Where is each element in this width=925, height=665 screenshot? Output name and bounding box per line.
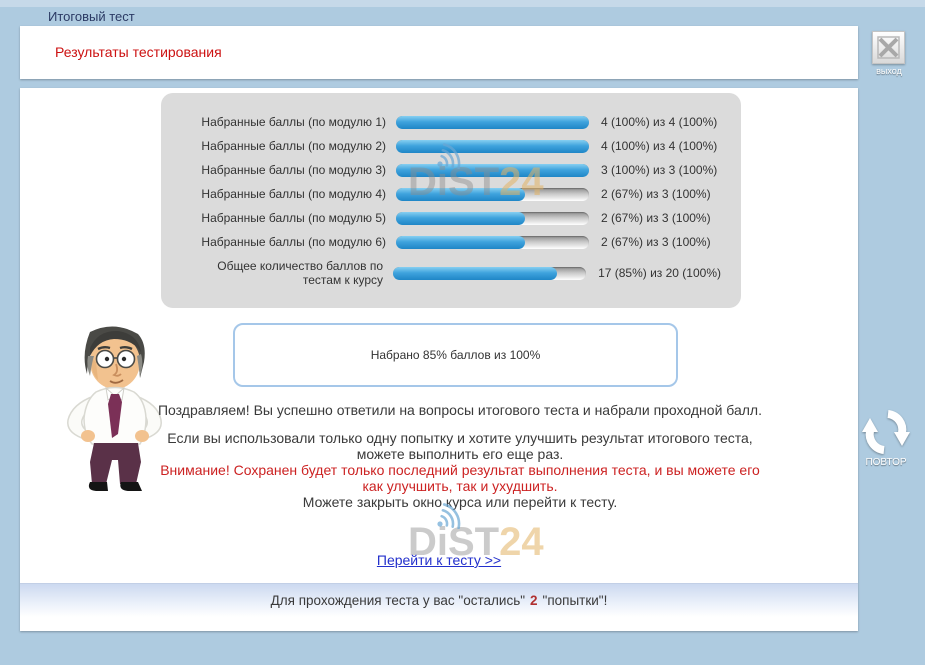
result-row-value: 4 (100%) из 4 (100%) (601, 139, 717, 153)
progress-bar-fill (396, 164, 589, 177)
result-row: Набранные баллы (по модулю 5) 2 (67%) из… (181, 206, 721, 230)
result-row: Набранные баллы (по модулю 3) 3 (100%) и… (181, 158, 721, 182)
result-row: Набранные баллы (по модулю 1) 4 (100%) и… (181, 110, 721, 134)
exit-button-label[interactable]: выход (860, 66, 918, 76)
progress-bar-fill (396, 236, 525, 249)
retry-info-text: Если вы использовали только одну попытку… (150, 430, 770, 462)
repeat-button-label[interactable]: ПОВТОР (856, 457, 916, 468)
goto-test-link-wrap: Перейти к тесту >> (20, 552, 858, 570)
attempts-text-prefix: Для прохождения теста у вас "остались" (271, 593, 525, 608)
result-row-label: Общее количество баллов по тестам к курс… (181, 259, 383, 287)
progress-bar-track (396, 116, 589, 129)
result-row-value: 4 (100%) из 4 (100%) (601, 115, 717, 129)
progress-bar-track (396, 212, 589, 225)
close-info-text: Можете закрыть окно курса или перейти к … (150, 494, 770, 510)
repeat-icon[interactable] (862, 408, 910, 456)
test-results-screen: Итоговый тест Результаты тестирования вы… (0, 0, 925, 665)
results-rows: Набранные баллы (по модулю 1) 4 (100%) и… (181, 110, 721, 287)
window-title: Итоговый тест (48, 9, 135, 24)
result-row-value: 17 (85%) из 20 (100%) (598, 266, 721, 280)
result-row-label: Набранные баллы (по модулю 6) (181, 235, 386, 249)
result-row-label: Набранные баллы (по модулю 3) (181, 163, 386, 177)
progress-bar-fill (396, 140, 589, 153)
progress-bar-fill (396, 212, 525, 225)
progress-bar-fill (393, 267, 557, 280)
result-row-label: Набранные баллы (по модулю 2) (181, 139, 386, 153)
close-icon (877, 36, 900, 59)
goto-test-link[interactable]: Перейти к тесту >> (377, 552, 501, 568)
congrats-text: Поздравляем! Вы успешно ответили на вопр… (150, 402, 770, 418)
exit-button[interactable] (872, 31, 905, 64)
progress-bar-fill (396, 188, 525, 201)
progress-bar-fill (396, 116, 589, 129)
progress-bar-track (396, 164, 589, 177)
result-row: Общее количество баллов по тестам к курс… (181, 259, 721, 287)
attempts-text-suffix: "попытки"! (543, 593, 608, 608)
header-box: Результаты тестирования (20, 26, 858, 79)
main-content: Набранные баллы (по модулю 1) 4 (100%) и… (20, 88, 858, 631)
result-row-value: 2 (67%) из 3 (100%) (601, 235, 711, 249)
result-row: Набранные баллы (по модулю 4) 2 (67%) из… (181, 182, 721, 206)
warning-text: Внимание! Сохранен будет только последни… (150, 462, 770, 494)
score-summary-text: Набрано 85% баллов из 100% (371, 348, 541, 362)
result-row: Набранные баллы (по модулю 6) 2 (67%) из… (181, 230, 721, 254)
progress-bar-track (393, 267, 586, 280)
result-row-label: Набранные баллы (по модулю 4) (181, 187, 386, 201)
progress-bar-track (396, 236, 589, 249)
result-row-value: 3 (100%) из 3 (100%) (601, 163, 717, 177)
result-row: Набранные баллы (по модулю 2) 4 (100%) и… (181, 134, 721, 158)
result-row-value: 2 (67%) из 3 (100%) (601, 187, 711, 201)
result-row-label: Набранные баллы (по модулю 1) (181, 115, 386, 129)
progress-bar-track (396, 188, 589, 201)
progress-bar-track (396, 140, 589, 153)
attempts-bar: Для прохождения теста у вас "остались" 2… (20, 583, 858, 617)
attempts-count: 2 (530, 593, 538, 608)
page-title: Результаты тестирования (55, 44, 222, 60)
result-row-value: 2 (67%) из 3 (100%) (601, 211, 711, 225)
top-strip (0, 0, 925, 7)
result-row-label: Набранные баллы (по модулю 5) (181, 211, 386, 225)
score-summary-box: Набрано 85% баллов из 100% (233, 323, 678, 387)
results-panel: Набранные баллы (по модулю 1) 4 (100%) и… (161, 93, 741, 308)
result-messages: Поздравляем! Вы успешно ответили на вопр… (150, 402, 770, 510)
